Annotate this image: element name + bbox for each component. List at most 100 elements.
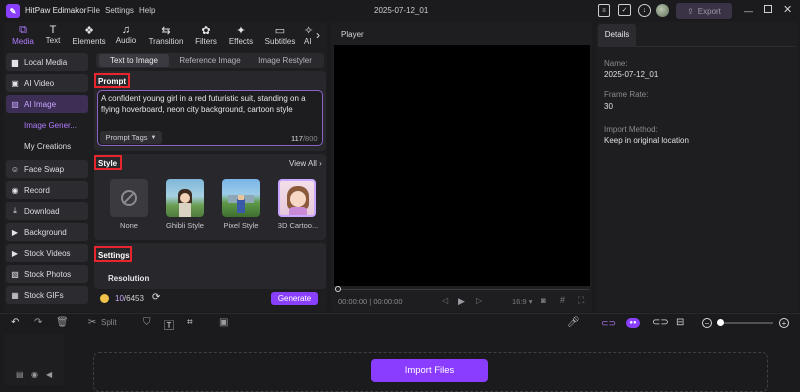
next-frame-icon[interactable]: ▷	[476, 296, 482, 305]
sidebar-item-download[interactable]: ⤓ Download	[6, 202, 88, 220]
menu-help[interactable]: Help	[139, 6, 155, 15]
crop-icon[interactable]: ⌗	[187, 317, 193, 328]
sidebar-item-ai-video[interactable]: ▣ AI Video	[6, 74, 88, 92]
tab-subtitles[interactable]: ▭ Subtitles	[262, 24, 298, 46]
chain-icon[interactable]: ⊂⊃	[652, 317, 669, 328]
download-icon[interactable]: ↓	[638, 4, 651, 17]
prompt-char-count: 117/800	[291, 134, 318, 143]
zoom-out-icon[interactable]: −	[702, 318, 712, 328]
frame-icon[interactable]: ▣	[219, 317, 228, 328]
aspect-label: 16:9	[512, 297, 527, 306]
tab-details[interactable]: Details	[598, 24, 636, 46]
sidebar-item-face-swap[interactable]: ☺ Face Swap	[6, 160, 88, 178]
elements-icon: ❖	[84, 25, 94, 37]
tab-text-to-image[interactable]: Text to Image	[99, 54, 169, 67]
style-none-thumb[interactable]	[110, 179, 148, 217]
tab-media-label: Media	[12, 37, 34, 46]
track-lock-icon[interactable]: ▤	[16, 370, 24, 379]
sidebar-item-label: Download	[24, 206, 60, 216]
sidebar-item-stock-photos[interactable]: ▧ Stock Photos	[6, 265, 88, 283]
minimize-icon[interactable]: —	[744, 6, 753, 16]
sidebar-item-label: Record	[24, 185, 50, 195]
tab-transition[interactable]: ⇆ Transition	[146, 24, 186, 46]
tab-image-restyler[interactable]: Image Restyler	[250, 54, 320, 67]
tab-effects-label: Effects	[228, 37, 254, 46]
chevron-down-icon: ▼	[150, 134, 157, 141]
delete-icon[interactable]: 🗑︎	[56, 317, 69, 328]
playhead-track[interactable]	[337, 289, 589, 290]
menu-settings[interactable]: Settings	[105, 6, 134, 15]
sidebar-item-ai-image[interactable]: ▨ AI Image	[6, 95, 88, 113]
style-pixel-thumb[interactable]	[222, 179, 260, 217]
close-icon[interactable]: ✕	[783, 3, 792, 16]
undo-icon[interactable]: ↶	[11, 317, 19, 328]
zoom-slider[interactable]	[717, 322, 773, 324]
grid-icon[interactable]: #	[560, 295, 565, 305]
coin-icon	[100, 294, 109, 303]
tab-reference-image[interactable]: Reference Image	[172, 54, 248, 67]
view-all-link[interactable]: View All ›	[289, 159, 322, 168]
generate-button[interactable]: Generate	[271, 292, 318, 305]
menu-file[interactable]: File	[87, 6, 100, 15]
sidebar-item-background[interactable]: ▶ Background	[6, 223, 88, 241]
export-button[interactable]: ⇪ Export	[676, 3, 732, 19]
zoom-in-icon[interactable]: +	[779, 318, 789, 328]
link-icon[interactable]: ⊂⊃	[601, 318, 616, 328]
shield-icon[interactable]: ⛉	[143, 317, 151, 328]
record-icon: ◉	[11, 185, 19, 195]
import-files-button[interactable]: Import Files	[371, 359, 488, 382]
folder-icon: ▆	[11, 57, 19, 67]
frame-rate-label: Frame Rate:	[604, 90, 649, 99]
tab-media[interactable]: ⧉ Media	[8, 24, 38, 46]
prompt-tags-button[interactable]: Prompt Tags ▼	[100, 131, 162, 144]
aspect-ratio[interactable]: 16:9 ▾	[512, 297, 532, 306]
sidebar-item-local-media[interactable]: ▆ Local Media	[6, 53, 88, 71]
magnet-icon[interactable]: ●●	[626, 318, 640, 328]
prompt-text: A confident young girl in a red futurist…	[101, 94, 306, 114]
sidebar-item-record[interactable]: ◉ Record	[6, 181, 88, 199]
track-visibility-icon[interactable]: ◉	[31, 370, 38, 379]
sidebar-item-stock-gifs[interactable]: ▦ Stock GIFs	[6, 286, 88, 304]
snapshot-icon[interactable]: ◙	[541, 296, 546, 305]
tab-ai-label: AI	[304, 37, 312, 46]
sidebar-item-image-generator[interactable]: Image Gener...	[6, 117, 88, 135]
fullscreen-icon[interactable]: ⛶	[578, 295, 584, 306]
maximize-icon[interactable]	[764, 5, 772, 13]
export-icon: ⇪	[687, 6, 694, 16]
fit-icon[interactable]: ⊟	[676, 317, 684, 328]
refresh-icon[interactable]: ⟳	[152, 292, 160, 303]
style-ghibli-thumb[interactable]	[166, 179, 204, 217]
tab-ai[interactable]: ✧ AI	[304, 24, 314, 46]
feedback-icon[interactable]: ✓	[618, 4, 631, 16]
playhead-handle[interactable]	[335, 286, 341, 292]
tab-text[interactable]: T Text	[40, 24, 66, 45]
redo-icon[interactable]: ↷	[34, 317, 42, 328]
tab-effects[interactable]: ✦ Effects	[226, 24, 256, 46]
sidebar-item-my-creations[interactable]: My Creations	[6, 138, 88, 156]
credits-total: /6453	[123, 294, 144, 303]
tab-audio[interactable]: ♫ Audio	[112, 24, 140, 45]
microphone-icon[interactable]: 🎤︎	[567, 317, 580, 328]
style-3d-cartoon-thumb[interactable]	[278, 179, 316, 217]
time-total: 00:00:00	[373, 297, 403, 306]
subtitles-icon: ▭	[274, 25, 286, 37]
prev-frame-icon[interactable]: ◁	[442, 296, 448, 305]
tab-text-label: Text	[45, 36, 61, 45]
tab-elements[interactable]: ❖ Elements	[70, 24, 108, 46]
track-audio-icon[interactable]: ◀	[46, 370, 52, 379]
zoom-slider-handle[interactable]	[717, 319, 724, 326]
tab-filters[interactable]: ✿ Filters	[192, 24, 220, 46]
tabs-scroll-right-icon[interactable]: ›	[316, 28, 320, 42]
prompt-max: /800	[302, 134, 318, 143]
tab-filters-label: Filters	[195, 37, 217, 46]
text-box-icon[interactable]: 🅃	[164, 317, 174, 332]
split-label[interactable]: Split	[101, 318, 117, 327]
sidebar-item-stock-videos[interactable]: ▶ Stock Videos	[6, 244, 88, 262]
split-icon[interactable]: ✂	[88, 317, 96, 328]
document-icon[interactable]: ≡	[598, 4, 610, 17]
project-title: 2025-07-12_01	[374, 6, 429, 15]
avatar[interactable]	[656, 4, 669, 17]
sidebar-item-label: Stock Videos	[24, 248, 71, 258]
play-icon[interactable]: ▶	[458, 296, 465, 307]
media-icon: ⧉	[19, 24, 27, 36]
